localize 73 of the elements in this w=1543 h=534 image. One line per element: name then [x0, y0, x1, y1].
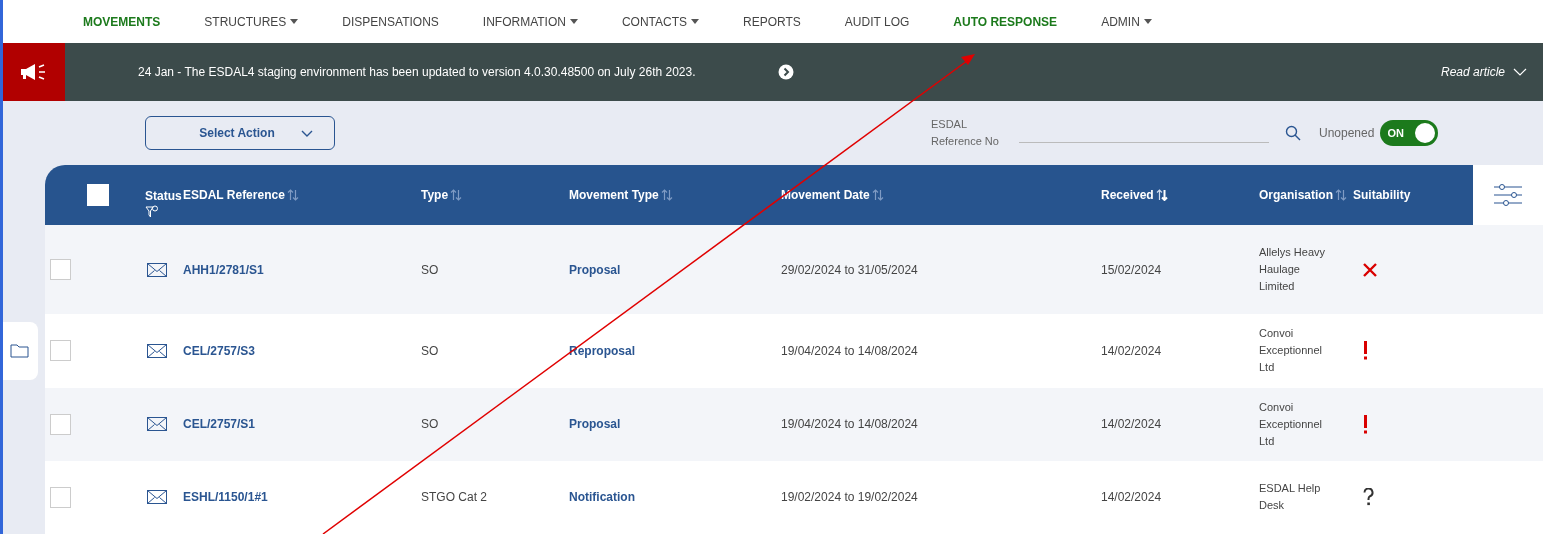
table-cell-text: 19/04/2024 to 14/08/2024 [781, 342, 919, 360]
unopened-toggle[interactable]: ON [1380, 120, 1439, 146]
movement-type-link[interactable]: Proposal [569, 260, 781, 279]
nav-tab[interactable]: AUDIT LOG [822, 12, 932, 31]
sliders-icon[interactable] [1492, 181, 1524, 208]
table-cell-text: 14/02/2024 [1101, 342, 1163, 360]
table-row[interactable]: ESHL/1150/1#1 STGO Cat 2 Notification 19/02/2024 to 19/02/2024 14/02/2024 ESDAL Help Desk [45, 460, 1543, 534]
row-checkbox[interactable] [50, 340, 71, 362]
table-row[interactable]: CEL/2757/S1 SO Proposal 19/04/2024 to 14/08/2024 14/02/2024 Convoi Exceptionnel Ltd [45, 387, 1543, 461]
read-article-link[interactable]: Read article [1440, 63, 1505, 81]
search-label: ESDAL Reference No [931, 117, 1000, 149]
column-header[interactable]: ESDAL Reference [183, 185, 285, 204]
table-row[interactable]: AHH1/2781/S1 SO Proposal 29/02/2024 to 31/05/2024 15/02/2024 Allelys Heavy Haulage Limited [45, 224, 1543, 315]
filter-icon[interactable] [145, 204, 159, 219]
select-action-dropdown[interactable]: Select Action [145, 116, 335, 150]
column-header[interactable]: Received [1101, 185, 1154, 204]
table-cell-text: STGO Cat 2 [421, 489, 489, 507]
chevron-down-icon [300, 129, 313, 137]
column-header: Status [145, 187, 182, 205]
unopened-label: Unopened [1319, 125, 1375, 142]
table-cell-text: 14/02/2024 [1101, 416, 1163, 434]
next-icon[interactable] [777, 64, 794, 80]
column-header[interactable]: Type [421, 185, 449, 204]
envelope-icon [147, 343, 167, 358]
nav-tab[interactable]: CONTACTS [599, 12, 722, 31]
table-cell-text: Convoi Exceptionnel Ltd [1259, 399, 1323, 449]
caret-icon [691, 19, 700, 24]
table-cell-text: SO [421, 416, 440, 434]
chevron-down-icon[interactable] [1513, 68, 1527, 76]
table-cell-text: SO [421, 261, 440, 279]
caret-icon [290, 19, 299, 24]
reference-link[interactable]: AHH1/2781/S1 [183, 260, 421, 279]
envelope-icon [147, 417, 167, 432]
caret-icon [1143, 19, 1152, 24]
column-header[interactable]: Organisation [1259, 185, 1333, 204]
table-cell-text: 29/02/2024 to 31/05/2024 [781, 261, 919, 279]
column-header[interactable]: Movement Date [781, 185, 870, 204]
nav-tab[interactable]: INFORMATION [460, 12, 600, 31]
select-all-checkbox[interactable] [87, 183, 109, 206]
envelope-icon [147, 490, 167, 505]
nav-tab[interactable]: MOVEMENTS [61, 12, 183, 31]
column-header[interactable]: Movement Type [569, 185, 659, 204]
nav-tab[interactable]: STRUCTURES [182, 12, 321, 31]
movement-type-link[interactable]: Reproposal [569, 341, 781, 360]
envelope-icon [147, 262, 167, 277]
table-cell-text: Allelys Heavy Haulage Limited [1259, 245, 1327, 295]
row-checkbox[interactable] [50, 413, 71, 435]
reference-link[interactable]: CEL/2757/S1 [183, 415, 421, 434]
table-cell-text: ESDAL Help Desk [1259, 481, 1322, 514]
caret-icon [569, 19, 578, 24]
table-cell-text: 14/02/2024 [1101, 489, 1163, 507]
row-checkbox[interactable] [50, 259, 71, 281]
nav-tab[interactable]: ADMIN [1079, 12, 1174, 31]
table-cell-text: 15/02/2024 [1101, 261, 1163, 279]
side-panel-tab[interactable] [3, 322, 38, 380]
announcement-text: 24 Jan - The ESDAL4 staging environment has been updated to version 4.0.30.48500 on July 26th 2023. [138, 64, 696, 81]
nav-tab[interactable]: AUTO RESPONSE [931, 12, 1080, 31]
column-header: Suitability [1353, 186, 1411, 204]
search-icon[interactable] [1285, 125, 1301, 141]
table-cell-text: Convoi Exceptionnel Ltd [1259, 326, 1323, 376]
folder-icon [9, 344, 29, 358]
table-cell-text: 19/02/2024 to 19/02/2024 [781, 489, 919, 507]
reference-link[interactable]: ESHL/1150/1#1 [183, 488, 421, 507]
table-cell-text: SO [421, 342, 440, 360]
sort-icon[interactable] [1155, 188, 1168, 201]
movement-type-link[interactable]: Notification [569, 488, 781, 507]
nav-tab[interactable]: DISPENSATIONS [320, 12, 461, 31]
nav-tab[interactable]: REPORTS [721, 12, 823, 31]
reference-link[interactable]: CEL/2757/S3 [183, 341, 421, 360]
table-row[interactable]: CEL/2757/S3 SO Reproposal 19/04/2024 to 14/08/2024 14/02/2024 Convoi Exceptionnel Ltd [45, 314, 1543, 388]
row-checkbox[interactable] [50, 486, 71, 508]
table-cell-text: 19/04/2024 to 14/08/2024 [781, 416, 919, 434]
movement-type-link[interactable]: Proposal [569, 415, 781, 434]
